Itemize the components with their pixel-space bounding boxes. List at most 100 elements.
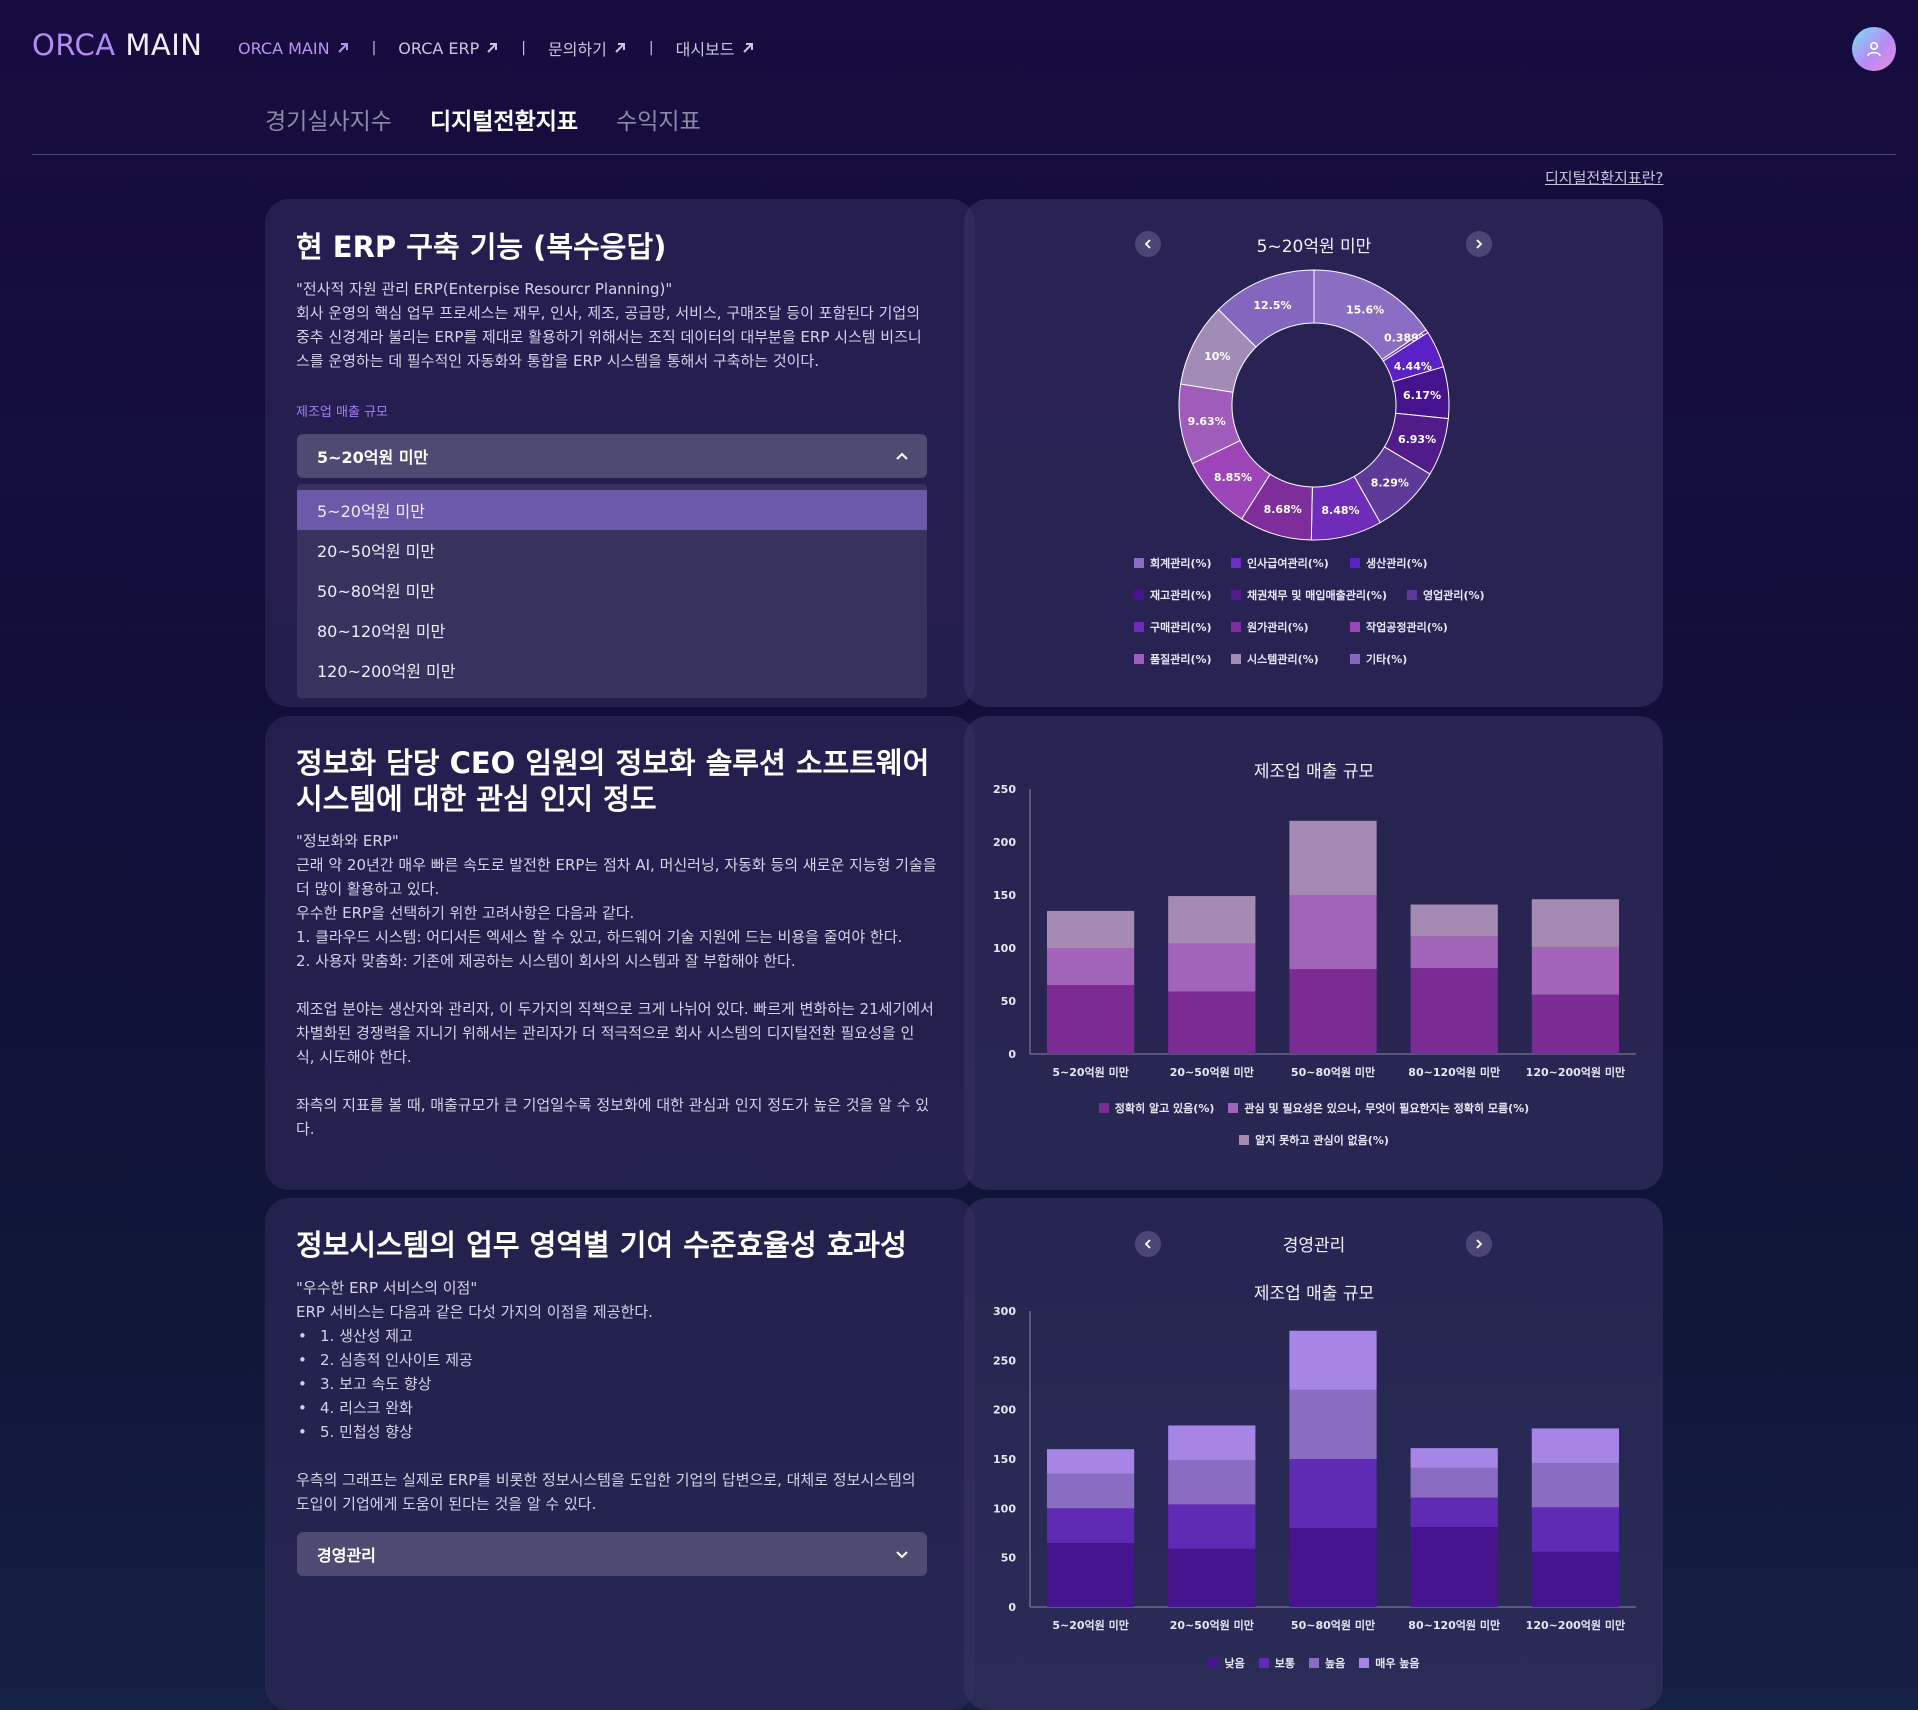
bar-segment[interactable] [1289,1459,1377,1529]
bar-segment[interactable] [1289,1330,1377,1390]
bar-segment[interactable] [1410,1448,1498,1468]
contribution-next-button[interactable] [1466,1231,1492,1257]
legend-item[interactable]: 품질관리(%) [1134,651,1212,667]
donut-chart: 15.6%0.389%4.44%6.17%6.93%8.29%8.48%8.68… [1178,269,1450,541]
bar-segment[interactable] [1168,1504,1256,1549]
legend-label: 채권채무 및 매입매출관리(%) [1247,589,1388,602]
x-tick-label: 50~80억원 미만 [1291,1065,1375,1079]
slice-label: 8.48% [1321,504,1359,517]
bar-segment[interactable] [1168,991,1256,1054]
slice-label: 12.5% [1253,299,1291,312]
bar-segment[interactable] [1531,1428,1620,1463]
nav-orca-erp[interactable]: ORCA ERP [398,39,499,58]
legend-item[interactable]: 낮음 [1208,1655,1245,1671]
bar-segment[interactable] [1410,1527,1498,1607]
area-select[interactable]: 경영관리 [297,1532,927,1576]
dropdown-option[interactable]: 5~20억원 미만 [297,490,927,530]
donut-prev-button[interactable] [1135,231,1161,257]
bar-segment[interactable] [1046,1473,1135,1509]
legend-swatch [1239,1135,1250,1145]
chevron-up-icon [896,452,908,460]
bar-segment[interactable] [1046,910,1135,948]
nav-inquiry[interactable]: 문의하기 [548,36,627,60]
bar-segment[interactable] [1046,1542,1135,1607]
legend-item[interactable]: 시스템관리(%) [1231,651,1319,667]
bar-segment[interactable] [1410,1467,1498,1498]
bar-segment[interactable] [1289,1528,1377,1607]
legend-item[interactable]: 원가관리(%) [1231,619,1309,635]
bar-segment[interactable] [1531,1507,1620,1552]
bar-segment[interactable] [1168,1425,1256,1460]
bar-segment[interactable] [1168,943,1256,992]
nav-dashboard[interactable]: 대시보드 [676,36,755,60]
bar-segment[interactable] [1168,1459,1256,1505]
legend-item[interactable]: 관심 및 필요성은 있으나, 무엇이 필요한지는 정확히 모름(%) [1228,1100,1529,1116]
revenue-select[interactable]: 5~20억원 미만 [297,434,927,478]
legend-swatch [1228,1103,1239,1113]
tab-business-survey[interactable]: 경기실사지수 [265,102,392,136]
tab-digital-transformation[interactable]: 디지털전환지표 [430,102,578,136]
section3-outro: 우측의 그래프는 실제로 ERP를 비롯한 정보시스템을 도입한 기업의 답변으… [296,1471,916,1513]
bar-segment[interactable] [1046,948,1135,986]
legend-label: 기타(%) [1366,653,1408,666]
section2-title-line2: 시스템에 대한 관심 인지 정도 [296,782,657,816]
nav-separator: | [521,40,526,56]
bar-segment[interactable] [1531,899,1620,947]
help-link[interactable]: 디지털전환지표란? [1545,167,1663,188]
bar-segment[interactable] [1168,1548,1256,1607]
bar-segment[interactable] [1531,946,1620,995]
legend-swatch [1208,1658,1219,1668]
bar-segment[interactable] [1168,896,1256,944]
bar-segment[interactable] [1046,1508,1135,1543]
bar-segment[interactable] [1289,969,1377,1054]
dropdown-option[interactable]: 120~200억원 미만 [297,650,927,690]
nav-separator: | [371,40,377,56]
legend-item[interactable]: 인사급여관리(%) [1231,555,1329,571]
bar-segment[interactable] [1410,936,1498,969]
x-tick-label: 20~50억원 미만 [1170,1618,1254,1632]
legend-label: 정확히 알고 있음(%) [1114,1102,1215,1115]
bar-segment[interactable] [1289,895,1377,970]
legend-item[interactable]: 생산관리(%) [1350,555,1428,571]
bar-segment[interactable] [1531,1551,1620,1607]
donut-next-button[interactable] [1466,231,1492,257]
dropdown-option[interactable]: 80~120억원 미만 [297,610,927,650]
bar-segment[interactable] [1289,820,1377,895]
avatar[interactable] [1852,27,1896,71]
legend-item[interactable]: 기타(%) [1350,651,1407,667]
legend-item[interactable]: 보통 [1258,1655,1295,1671]
legend-item[interactable]: 높음 [1308,1655,1345,1671]
brand-logo[interactable]: ORCA MAIN [32,28,202,62]
bar-segment[interactable] [1046,1449,1135,1474]
x-tick-label: 20~50억원 미만 [1170,1065,1254,1079]
dropdown-option[interactable]: 20~50억원 미만 [297,530,927,570]
legend-item[interactable]: 회계관리(%) [1134,555,1212,571]
legend-item[interactable]: 재고관리(%) [1134,587,1212,603]
nav-label: ORCA MAIN [238,38,330,58]
legend-item[interactable]: 정확히 알고 있음(%) [1098,1100,1215,1116]
dropdown-option[interactable]: 50~80억원 미만 [297,570,927,610]
bar-segment[interactable] [1410,904,1498,937]
bar-segment[interactable] [1046,985,1135,1054]
bar-segment[interactable] [1410,968,1498,1054]
legend-item[interactable]: 영업관리(%) [1407,587,1485,603]
bar-segment[interactable] [1410,1497,1498,1528]
chevron-down-icon [896,1551,908,1559]
bar-segment[interactable] [1531,1462,1620,1508]
legend-swatch [1231,622,1241,632]
tab-profit[interactable]: 수익지표 [616,102,701,136]
brand-part2: MAIN [125,28,203,62]
contribution-prev-button[interactable] [1135,1231,1161,1257]
nav-orca-main[interactable]: ORCA MAIN [238,39,350,58]
bar-segment[interactable] [1289,1389,1377,1459]
legend-item[interactable]: 매우 높음 [1359,1655,1420,1671]
legend-item[interactable]: 채권채무 및 매입매출관리(%) [1231,587,1387,603]
legend-item[interactable]: 구매관리(%) [1134,619,1212,635]
y-tick-label: 250 [993,1354,1016,1367]
legend-item[interactable]: 알지 못하고 관심이 없음(%) [1239,1132,1389,1148]
brand-part1: ORCA [32,28,116,62]
section2-title: 정보화 담당 CEO 임원의 정보화 솔루션 소프트웨어 시스템에 대한 관심 … [296,745,929,817]
legend-label: 구매관리(%) [1150,621,1212,634]
bar-segment[interactable] [1531,994,1620,1054]
legend-item[interactable]: 작업공정관리(%) [1350,619,1448,635]
